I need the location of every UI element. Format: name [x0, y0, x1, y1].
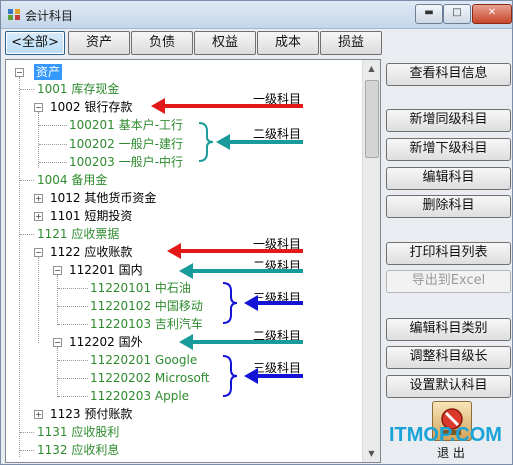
tab-liabilities[interactable]: 负债 [131, 31, 193, 55]
tree-guide [39, 162, 67, 163]
tree-node[interactable]: 1121 应收票据 [37, 226, 119, 242]
account-tree[interactable]: − 资产 1001 库存现金 − 1002 银行存款 100201 基本户-工行… [5, 59, 381, 463]
tree-node[interactable]: 112201 国内 [69, 262, 143, 278]
tree-guide [39, 125, 67, 126]
title-bar: 会计科目 ▬ □ ✕ [1, 1, 512, 29]
tree-guide [58, 360, 88, 361]
level3-annotation: 三级科目 [253, 291, 302, 305]
level1-annotation: 一级科目 [253, 92, 302, 106]
expander-minus-icon[interactable]: − [34, 248, 43, 257]
tree-guide [38, 257, 39, 343]
tree-node[interactable]: 1002 银行存款 [50, 99, 132, 115]
tree-guide [58, 324, 88, 325]
tree-guide [58, 378, 88, 379]
maximize-button[interactable]: □ [443, 4, 471, 24]
adjust-account-level-button[interactable]: 调整科目级长 [386, 346, 511, 369]
expander-plus-icon[interactable]: + [34, 194, 43, 203]
expander-plus-icon[interactable]: + [34, 410, 43, 419]
tab-equity[interactable]: 权益 [194, 31, 256, 55]
tree-guide [19, 77, 20, 457]
print-account-list-button[interactable]: 打印科目列表 [386, 242, 511, 265]
tree-guide [20, 234, 34, 235]
tree-node[interactable]: 1001 库存现金 [37, 81, 119, 97]
tree-node[interactable]: 1004 备用金 [37, 172, 107, 188]
tree-node[interactable]: 11220101 中石油 [90, 280, 191, 296]
tree-guide [58, 306, 88, 307]
tree-node[interactable]: 100203 一般户-中行 [69, 154, 183, 170]
window-title: 会计科目 [25, 9, 74, 23]
view-account-button[interactable]: 查看科目信息 [386, 63, 511, 86]
add-sibling-account-button[interactable]: 新增同级科目 [386, 109, 511, 132]
watermark: ITMOP.COM [389, 424, 502, 446]
tree-guide [20, 432, 34, 433]
tab-profit-loss[interactable]: 损益 [320, 31, 382, 55]
tree-guide [20, 89, 34, 90]
scroll-up-icon[interactable]: ▲ [363, 60, 380, 77]
export-excel-button[interactable]: 导出到Excel [386, 270, 511, 293]
tree-guide [58, 396, 88, 397]
close-button[interactable]: ✕ [472, 4, 512, 24]
tree-node[interactable]: 11220201 Google [90, 352, 197, 368]
set-default-account-button[interactable]: 设置默认科目 [386, 375, 511, 398]
delete-account-button[interactable]: 删除科目 [386, 195, 511, 218]
level1-annotation: 一级科目 [253, 237, 302, 251]
scroll-down-icon[interactable]: ▼ [363, 445, 380, 462]
scroll-thumb[interactable] [365, 80, 379, 158]
tab-assets[interactable]: 资产 [68, 31, 130, 55]
tree-guide [57, 347, 58, 397]
tree-node[interactable]: 11220103 吉利汽车 [90, 316, 203, 332]
tree-node[interactable]: 1132 应收利息 [37, 442, 119, 458]
level2-annotation: 二级科目 [253, 329, 302, 343]
tree-guide [38, 112, 39, 168]
tree-guide [39, 144, 67, 145]
category-tabs: <全部> 资产 负债 权益 成本 损益 [5, 31, 508, 56]
accounts-window: 会计科目 ▬ □ ✕ <全部> 资产 负债 权益 成本 损益 − 资产 1001… [0, 0, 513, 465]
tree-node[interactable]: 11220102 中国移动 [90, 298, 203, 314]
tree-node[interactable]: 11220202 Microsoft [90, 370, 210, 386]
tree-node[interactable]: 1122 应收账款 [50, 244, 132, 260]
add-child-account-button[interactable]: 新增下级科目 [386, 138, 511, 161]
edit-account-category-button[interactable]: 编辑科目类别 [386, 318, 511, 341]
tab-cost[interactable]: 成本 [257, 31, 319, 55]
tree-node[interactable]: 1012 其他货币资金 [50, 190, 156, 206]
tree-node[interactable]: 1101 短期投资 [50, 208, 132, 224]
tree-scrollbar[interactable]: ▲ ▼ [362, 60, 380, 462]
expander-plus-icon[interactable]: + [34, 212, 43, 221]
tree-node[interactable]: 1123 预付账款 [50, 406, 132, 422]
tree-guide [20, 180, 34, 181]
minimize-button[interactable]: ▬ [415, 4, 443, 24]
expander-minus-icon[interactable]: − [15, 68, 24, 77]
tree-guide [58, 288, 88, 289]
level2-annotation: 二级科目 [253, 127, 302, 141]
level3-annotation: 三级科目 [253, 361, 302, 375]
tree-node[interactable]: 100201 基本户-工行 [69, 117, 183, 133]
expander-minus-icon[interactable]: − [53, 338, 62, 347]
tree-guide [57, 275, 58, 325]
app-icon [8, 9, 20, 20]
level2-annotation: 二级科目 [253, 259, 302, 273]
expander-minus-icon[interactable]: − [34, 103, 43, 112]
tree-node[interactable]: 100202 一般户-建行 [69, 136, 183, 152]
tree-node-root[interactable]: 资产 [34, 64, 63, 80]
expander-minus-icon[interactable]: − [53, 266, 62, 275]
tree-guide [20, 450, 34, 451]
tree-node[interactable]: 1131 应收股利 [37, 424, 119, 440]
edit-account-button[interactable]: 编辑科目 [386, 167, 511, 190]
tree-node[interactable]: 112202 国外 [69, 334, 143, 350]
tab-all[interactable]: <全部> [5, 31, 65, 55]
tree-node[interactable]: 11220203 Apple [90, 388, 189, 404]
